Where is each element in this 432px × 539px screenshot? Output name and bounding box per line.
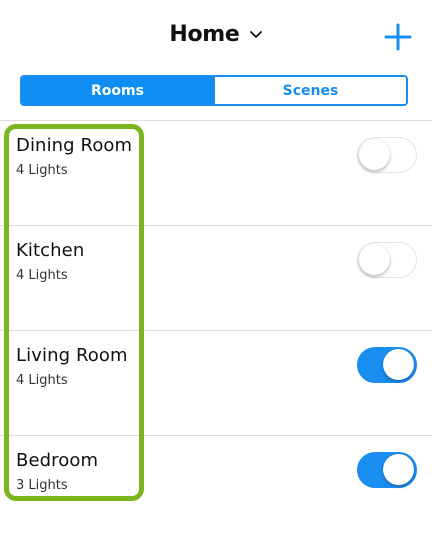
room-light-count: 4 Lights xyxy=(16,373,68,388)
home-selector[interactable]: Home xyxy=(0,22,432,52)
room-toggle-kitchen[interactable] xyxy=(357,242,417,278)
view-segmented-control: Rooms Scenes xyxy=(20,75,408,106)
toggle-knob xyxy=(383,349,414,380)
room-light-count: 3 Lights xyxy=(16,478,68,493)
room-toggle-dining-room[interactable] xyxy=(357,137,417,173)
toggle-knob xyxy=(359,139,390,170)
room-name: Dining Room xyxy=(16,135,133,156)
tab-scenes[interactable]: Scenes xyxy=(213,77,406,104)
room-light-count: 4 Lights xyxy=(16,268,68,283)
chevron-down-icon xyxy=(249,30,262,38)
room-name: Living Room xyxy=(16,345,128,366)
plus-icon[interactable] xyxy=(383,22,413,52)
room-row-kitchen[interactable]: Kitchen 4 Lights xyxy=(0,225,432,330)
page-title: Home xyxy=(169,22,240,47)
tab-rooms[interactable]: Rooms xyxy=(22,77,213,104)
room-list: Dining Room 4 Lights Kitchen 4 Lights Li… xyxy=(0,120,432,539)
app-screen: Home Rooms Scenes Dining Room 4 Lights K… xyxy=(0,0,432,539)
room-toggle-bedroom[interactable] xyxy=(357,452,417,488)
toggle-knob xyxy=(359,244,390,275)
room-name: Bedroom xyxy=(16,450,99,471)
room-row-dining-room[interactable]: Dining Room 4 Lights xyxy=(0,120,432,225)
room-toggle-living-room[interactable] xyxy=(357,347,417,383)
room-row-bedroom[interactable]: Bedroom 3 Lights xyxy=(0,435,432,539)
room-name: Kitchen xyxy=(16,240,85,261)
header: Home xyxy=(0,0,432,70)
toggle-knob xyxy=(383,454,414,485)
room-light-count: 4 Lights xyxy=(16,163,68,178)
room-row-living-room[interactable]: Living Room 4 Lights xyxy=(0,330,432,435)
